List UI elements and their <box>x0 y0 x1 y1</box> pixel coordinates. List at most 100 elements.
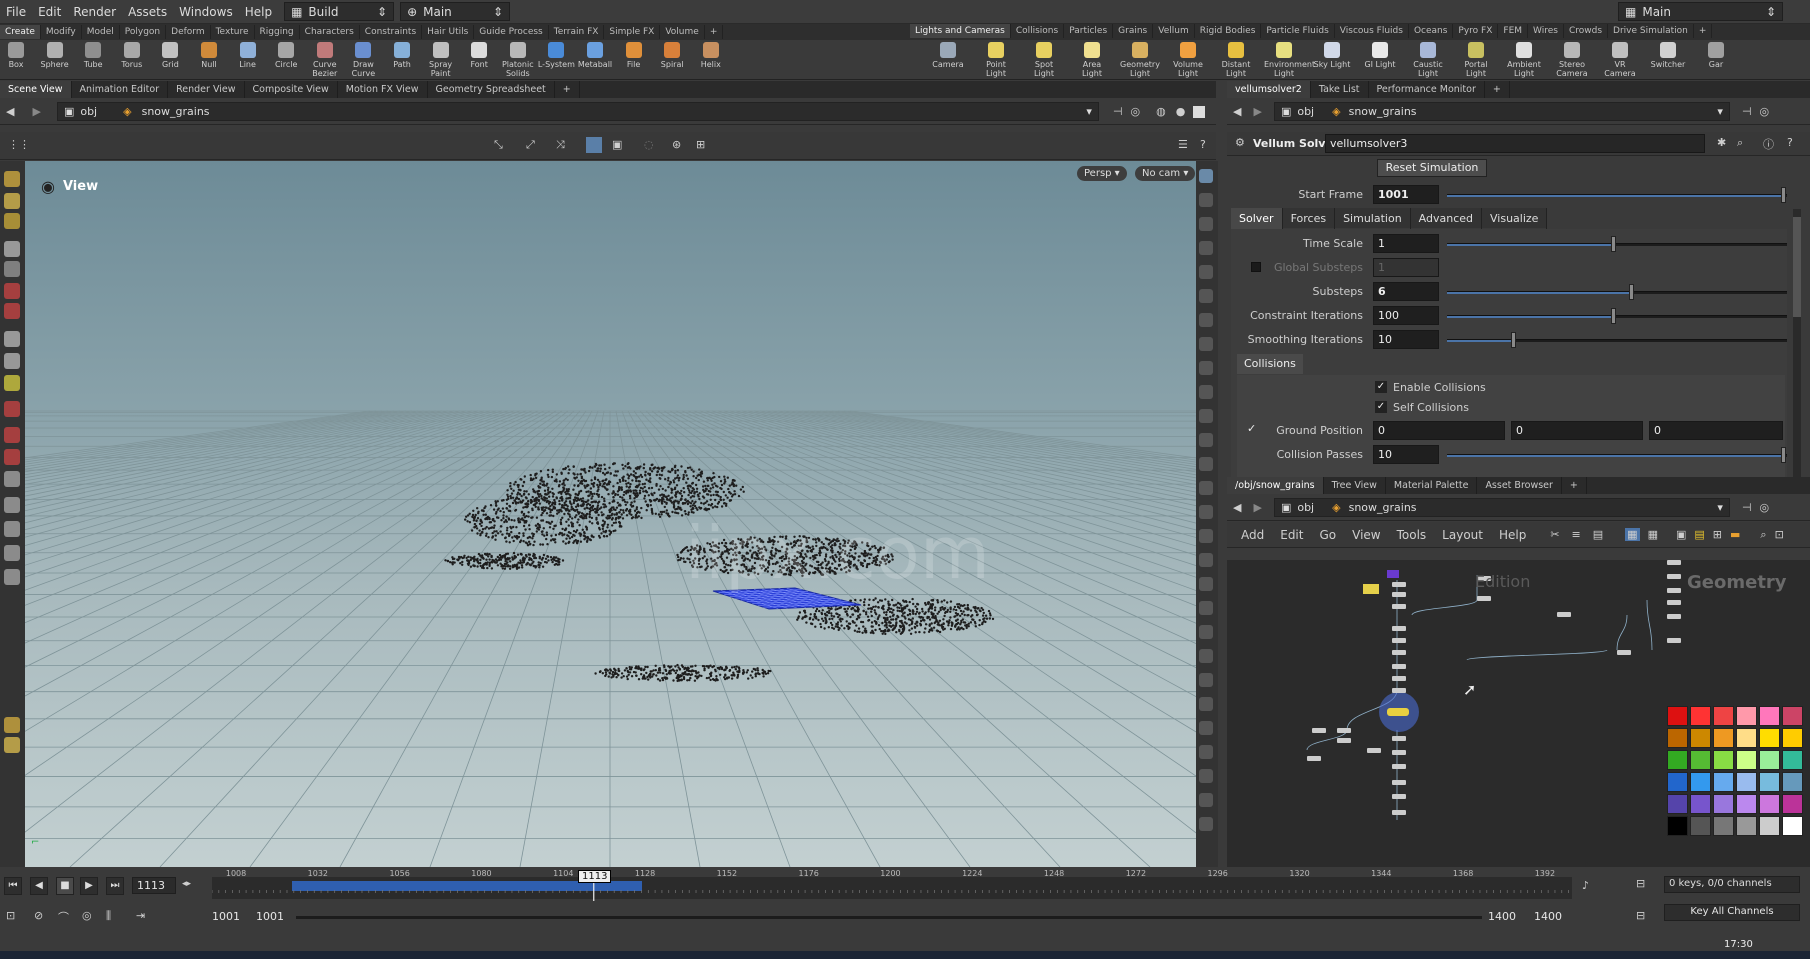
tool-portal-light[interactable]: Portal Light <box>1456 42 1496 78</box>
timeline-ruler[interactable]: 1008 1032 1056 1080 1104 1128 1152 1176 1200 1224… <box>212 867 1572 907</box>
color-swatch[interactable] <box>1782 816 1803 836</box>
select-icon[interactable]: ⤡ <box>494 138 503 152</box>
tool-environment-light[interactable]: Environment Light <box>1264 42 1315 78</box>
pin-icon[interactable]: ⊣ <box>1742 501 1752 514</box>
left-tool-icon[interactable] <box>4 303 20 319</box>
tab-animation-editor[interactable]: Animation Editor <box>72 81 169 98</box>
desktop-dropdown[interactable]: ▦ Build ⇕ <box>284 2 395 21</box>
shelf-tab-drive-simulation[interactable]: Drive Simulation <box>1608 24 1694 38</box>
display-option-icon[interactable] <box>1199 481 1213 495</box>
menu-tools[interactable]: Tools <box>1397 528 1427 542</box>
add-shelf-tab-icon[interactable]: + <box>1694 24 1713 38</box>
network-node[interactable] <box>1392 810 1406 815</box>
left-tool-icon[interactable] <box>4 471 20 487</box>
key-channels-icon[interactable]: ⊟ <box>1636 909 1645 922</box>
tab-geometry-spreadsheet[interactable]: Geometry Spreadsheet <box>428 81 555 98</box>
viewport-canvas[interactable] <box>25 161 1196 867</box>
menu-add[interactable]: Add <box>1241 528 1264 542</box>
color-swatch[interactable] <box>1736 816 1757 836</box>
tool-point-light[interactable]: Point Light <box>976 42 1016 78</box>
range-slider[interactable] <box>296 916 1482 919</box>
ground-position-x[interactable]: 0 <box>1373 421 1505 440</box>
network-node[interactable] <box>1557 612 1571 617</box>
display-option-icon[interactable] <box>1199 289 1213 303</box>
tab-vellumsolver2[interactable]: vellumsolver2 <box>1227 81 1311 98</box>
tab-collisions[interactable]: Collisions <box>1237 354 1303 374</box>
image-icon[interactable]: ▣ <box>1676 528 1686 541</box>
menu-edit[interactable]: Edit <box>1280 528 1303 542</box>
shelf-tab-crowds[interactable]: Crowds <box>1564 24 1609 38</box>
display-option-icon[interactable] <box>1199 745 1213 759</box>
network-node[interactable] <box>1617 650 1631 655</box>
color-swatch[interactable] <box>1690 728 1711 748</box>
display-option-icon[interactable] <box>1199 217 1213 231</box>
chevron-down-icon[interactable]: ▾ <box>1717 501 1723 514</box>
network-node[interactable] <box>1392 676 1406 681</box>
tool-draw-curve[interactable]: Draw Curve <box>343 42 383 78</box>
tool-null[interactable]: Null <box>189 42 229 69</box>
left-tool-icon[interactable] <box>4 717 20 733</box>
color-swatch[interactable] <box>1667 816 1688 836</box>
display-option-icon[interactable] <box>1199 697 1213 711</box>
tool-spray-paint[interactable]: Spray Paint <box>421 42 461 78</box>
display-option-icon[interactable] <box>1199 361 1213 375</box>
back-icon[interactable]: ◀ <box>6 105 14 118</box>
color-swatch[interactable] <box>1782 750 1803 770</box>
network-node[interactable] <box>1337 738 1351 743</box>
substeps-field[interactable]: 6 <box>1373 282 1439 301</box>
right-session-dropdown[interactable]: ▦ Main ⇕ <box>1618 2 1783 21</box>
tool-camera[interactable]: Camera <box>928 42 968 69</box>
color-swatch[interactable] <box>1782 728 1803 748</box>
left-tool-icon[interactable] <box>4 283 20 299</box>
shelf-tab-polygon[interactable]: Polygon <box>120 25 167 39</box>
back-icon[interactable]: ◀ <box>1233 501 1241 514</box>
network-node[interactable] <box>1392 688 1406 693</box>
node-wire[interactable] <box>1646 599 1653 651</box>
color-swatch[interactable] <box>1759 728 1780 748</box>
add-shelf-tab-icon[interactable]: + <box>705 25 724 39</box>
tab-advanced[interactable]: Advanced <box>1411 207 1483 229</box>
left-tool-icon[interactable] <box>4 213 20 229</box>
left-tool-icon[interactable] <box>4 375 20 391</box>
display-option-icon[interactable] <box>1199 241 1213 255</box>
tab-take-list[interactable]: Take List <box>1311 81 1369 98</box>
tab-render-view[interactable]: Render View <box>168 81 245 98</box>
tool-caustic-light[interactable]: Caustic Light <box>1408 42 1448 78</box>
network-box-icon[interactable]: ⊞ <box>1713 528 1722 541</box>
key-icon[interactable]: ⊟ <box>1636 877 1645 890</box>
tab-performance-monitor[interactable]: Performance Monitor <box>1369 81 1485 98</box>
forward-icon[interactable]: ▶ <box>32 105 40 118</box>
network-node[interactable] <box>1392 582 1406 587</box>
menu-view[interactable]: View <box>1352 528 1380 542</box>
display-option-icon[interactable] <box>1199 409 1213 423</box>
left-tool-icon[interactable] <box>4 193 20 209</box>
forward-icon[interactable]: ▶ <box>1253 501 1261 514</box>
wrench-icon[interactable]: ✂ <box>1550 528 1559 541</box>
path-field[interactable]: ▣ obj ◈ snow_grains ▾ <box>56 102 1099 121</box>
network-node[interactable] <box>1392 664 1406 669</box>
range-end-field-2[interactable]: 1400 <box>1530 909 1570 926</box>
left-tool-icon[interactable] <box>4 427 20 443</box>
tab-solver[interactable]: Solver <box>1231 207 1283 229</box>
color-swatch[interactable] <box>1713 794 1734 814</box>
forward-icon[interactable]: ▶ <box>1253 105 1261 118</box>
camera-menu[interactable]: No cam ▾ <box>1135 166 1196 181</box>
tool-switcher[interactable]: Switcher <box>1648 42 1688 69</box>
reset-simulation-button[interactable]: Reset Simulation <box>1377 159 1487 177</box>
network-node[interactable] <box>1392 650 1406 655</box>
shelf-tab-particle-fluids[interactable]: Particle Fluids <box>1261 24 1335 38</box>
display-option-icon[interactable] <box>1199 553 1213 567</box>
tab-material-palette[interactable]: Material Palette <box>1386 477 1478 494</box>
shelf-tab-particles[interactable]: Particles <box>1064 24 1114 38</box>
tool-spot-light[interactable]: Spot Light <box>1024 42 1064 78</box>
color-swatch[interactable] <box>1782 706 1803 726</box>
tool-curve-bezier[interactable]: Curve Bezier <box>305 42 345 78</box>
menu-go[interactable]: Go <box>1319 528 1336 542</box>
param-scrollbar[interactable] <box>1793 209 1801 479</box>
smoothing-iterations-field[interactable]: 10 <box>1373 330 1439 349</box>
shelf-tab-oceans[interactable]: Oceans <box>1409 24 1454 38</box>
shelf-tab-constraints[interactable]: Constraints <box>360 25 423 39</box>
left-tool-icon[interactable] <box>4 261 20 277</box>
tab-forces[interactable]: Forces <box>1283 207 1336 229</box>
menu-file[interactable]: File <box>0 5 32 19</box>
